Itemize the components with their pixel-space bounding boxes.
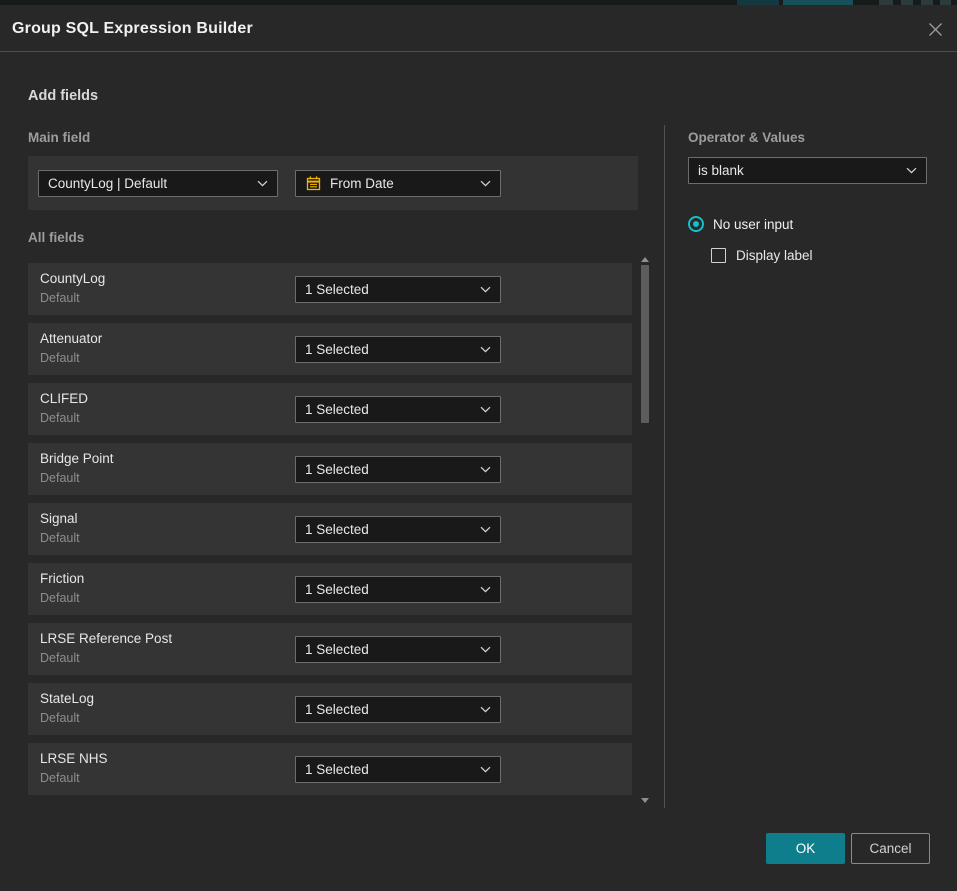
field-name: Bridge Point (40, 451, 114, 466)
main-field-label: Main field (28, 130, 90, 145)
calendar-icon (305, 175, 322, 192)
field-selected-count-select[interactable]: 1 Selected (295, 756, 501, 783)
field-selected-count-select[interactable]: 1 Selected (295, 456, 501, 483)
chevron-down-icon (480, 706, 491, 713)
main-field-panel: CountyLog | Default From Date (28, 156, 638, 210)
chevron-down-icon (480, 346, 491, 353)
cancel-button[interactable]: Cancel (851, 833, 930, 864)
field-subtitle: Default (40, 651, 80, 665)
no-user-input-radio[interactable]: No user input (688, 216, 793, 232)
operator-values-label: Operator & Values (688, 130, 805, 145)
field-name: CLIFED (40, 391, 88, 406)
scrollbar-thumb[interactable] (641, 265, 649, 423)
display-label-label: Display label (736, 248, 813, 263)
field-selected-count-value: 1 Selected (305, 642, 474, 657)
chevron-down-icon (480, 406, 491, 413)
field-subtitle: Default (40, 411, 80, 425)
field-name: LRSE Reference Post (40, 631, 172, 646)
scrollbar-down-icon[interactable] (641, 798, 649, 803)
field-subtitle: Default (40, 531, 80, 545)
field-row: StateLog Default 1 Selected (28, 683, 632, 735)
field-selected-count-value: 1 Selected (305, 282, 474, 297)
chevron-down-icon (480, 180, 491, 187)
field-selected-count-select[interactable]: 1 Selected (295, 696, 501, 723)
field-row: CountyLog Default 1 Selected (28, 263, 632, 315)
field-selected-count-select[interactable]: 1 Selected (295, 576, 501, 603)
field-name: CountyLog (40, 271, 105, 286)
field-name: Attenuator (40, 331, 102, 346)
field-row: LRSE Reference Post Default 1 Selected (28, 623, 632, 675)
field-name: LRSE NHS (40, 751, 108, 766)
add-fields-heading: Add fields (28, 88, 98, 104)
field-selected-count-value: 1 Selected (305, 342, 474, 357)
dialog-header: Group SQL Expression Builder (0, 5, 957, 52)
field-row: Attenuator Default 1 Selected (28, 323, 632, 375)
field-selected-count-value: 1 Selected (305, 522, 474, 537)
dialog-group-sql-expression-builder: Group SQL Expression Builder Add fields … (0, 5, 957, 891)
screen: Group SQL Expression Builder Add fields … (0, 0, 957, 891)
field-selected-count-select[interactable]: 1 Selected (295, 636, 501, 663)
chevron-down-icon (906, 167, 917, 174)
field-selected-count-value: 1 Selected (305, 402, 474, 417)
chevron-down-icon (480, 526, 491, 533)
field-selected-count-value: 1 Selected (305, 762, 474, 777)
field-row: Bridge Point Default 1 Selected (28, 443, 632, 495)
fields-list-scrollbar (640, 255, 650, 805)
field-selected-count-select[interactable]: 1 Selected (295, 396, 501, 423)
field-row: CLIFED Default 1 Selected (28, 383, 632, 435)
field-subtitle: Default (40, 711, 80, 725)
display-label-checkbox[interactable]: Display label (711, 248, 813, 263)
vertical-divider (664, 125, 665, 808)
field-selected-count-select[interactable]: 1 Selected (295, 336, 501, 363)
operator-select[interactable]: is blank (688, 157, 927, 184)
chevron-down-icon (257, 180, 268, 187)
all-fields-label: All fields (28, 230, 84, 245)
field-selected-count-value: 1 Selected (305, 702, 474, 717)
dialog-title: Group SQL Expression Builder (12, 5, 253, 52)
chevron-down-icon (480, 586, 491, 593)
field-subtitle: Default (40, 771, 80, 785)
scrollbar-up-icon[interactable] (641, 257, 649, 262)
chevron-down-icon (480, 646, 491, 653)
field-selected-count-select[interactable]: 1 Selected (295, 276, 501, 303)
radio-selected-icon (688, 216, 704, 232)
ok-button[interactable]: OK (766, 833, 845, 864)
field-row: Signal Default 1 Selected (28, 503, 632, 555)
operator-value: is blank (698, 163, 900, 178)
no-user-input-label: No user input (713, 217, 793, 232)
all-fields-list: CountyLog Default 1 Selected Attenuator … (28, 263, 632, 803)
main-field-field-value: From Date (330, 176, 474, 191)
field-subtitle: Default (40, 591, 80, 605)
chevron-down-icon (480, 286, 491, 293)
close-icon[interactable] (925, 19, 945, 39)
main-field-source-value: CountyLog | Default (48, 176, 251, 191)
field-name: Friction (40, 571, 84, 586)
field-selected-count-select[interactable]: 1 Selected (295, 516, 501, 543)
field-subtitle: Default (40, 291, 80, 305)
main-field-source-select[interactable]: CountyLog | Default (38, 170, 278, 197)
chevron-down-icon (480, 766, 491, 773)
field-row: LRSE NHS Default 1 Selected (28, 743, 632, 795)
field-name: Signal (40, 511, 78, 526)
field-subtitle: Default (40, 351, 80, 365)
field-row: Friction Default 1 Selected (28, 563, 632, 615)
chevron-down-icon (480, 466, 491, 473)
field-subtitle: Default (40, 471, 80, 485)
main-field-field-select[interactable]: From Date (295, 170, 501, 197)
field-selected-count-value: 1 Selected (305, 462, 474, 477)
field-name: StateLog (40, 691, 94, 706)
field-selected-count-value: 1 Selected (305, 582, 474, 597)
checkbox-unchecked-icon (711, 248, 726, 263)
